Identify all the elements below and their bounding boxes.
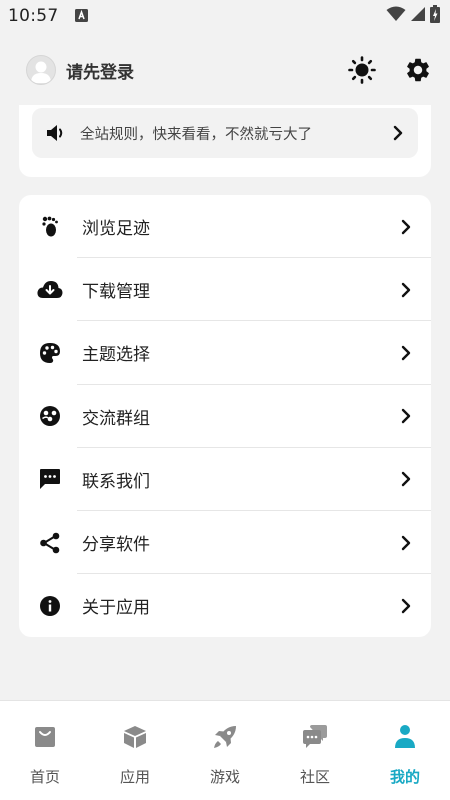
chevron-right-icon [381, 598, 431, 614]
chevron-right-icon [381, 345, 431, 361]
notice-text: 全站规则，快来看看，不然就亏大了 [80, 126, 312, 143]
sun-icon [348, 56, 376, 84]
chevron-right-icon [393, 125, 403, 141]
menu-item-theme[interactable]: 主题选择 [19, 321, 431, 385]
wifi-icon [386, 6, 406, 26]
tab-apps[interactable]: 应用 [90, 701, 180, 800]
chevron-right-icon [381, 282, 431, 298]
cloud-download-icon [19, 280, 81, 300]
menu-item-groups[interactable]: 交流群组 [19, 385, 431, 448]
brightness-toggle-button[interactable] [344, 52, 380, 88]
menu-item-about[interactable]: 关于应用 [19, 574, 431, 637]
speaker-icon [47, 125, 63, 141]
settings-button[interactable] [400, 52, 436, 88]
group-icon [19, 405, 81, 427]
keyboard-notification-icon [74, 7, 88, 26]
default-avatar-icon [31, 61, 51, 83]
menu-label: 联系我们 [82, 471, 150, 492]
status-time: 10:57 [8, 6, 59, 26]
menu-item-share[interactable]: 分享软件 [19, 511, 431, 575]
share-icon [19, 532, 81, 554]
tab-label: 游戏 [209, 768, 240, 786]
menu-label: 交流群组 [82, 408, 150, 429]
menu-label: 关于应用 [82, 598, 150, 619]
tab-label: 应用 [119, 768, 150, 786]
profile-header: 请先登录 [0, 32, 450, 108]
battery-icon [430, 5, 440, 27]
box-icon [123, 723, 147, 751]
tab-label: 我的 [389, 768, 420, 786]
menu-item-downloads[interactable]: 下载管理 [19, 258, 431, 322]
chevron-right-icon [381, 219, 431, 235]
menu-card: 浏览足迹 下载管理 主题选择 交流群组 联系我们 分享软件 关于应用 [19, 195, 431, 637]
notice-banner[interactable]: 全站规则，快来看看，不然就亏大了 [32, 108, 418, 158]
palette-icon [19, 342, 81, 364]
tab-label: 社区 [299, 768, 330, 786]
signal-icon [410, 6, 426, 26]
menu-label: 浏览足迹 [82, 219, 150, 240]
tab-home[interactable]: 首页 [0, 701, 90, 800]
rocket-icon [212, 723, 238, 751]
gear-icon [407, 58, 429, 82]
status-bar: 10:57 [0, 0, 450, 32]
login-prompt[interactable]: 请先登录 [66, 58, 134, 83]
person-icon [394, 723, 416, 751]
tab-community[interactable]: 社区 [270, 701, 360, 800]
tab-label: 首页 [29, 768, 60, 786]
menu-label: 分享软件 [82, 535, 150, 556]
menu-item-contact[interactable]: 联系我们 [19, 448, 431, 512]
menu-label: 下载管理 [82, 282, 150, 303]
footprint-icon [19, 216, 81, 238]
tab-games[interactable]: 游戏 [180, 701, 270, 800]
chevron-right-icon [381, 408, 431, 424]
bottom-tab-bar: 首页 应用 游戏 社区 我的 [0, 700, 450, 800]
avatar[interactable] [26, 55, 56, 85]
message-icon [19, 468, 81, 490]
menu-label: 主题选择 [82, 345, 150, 366]
home-bag-icon [33, 723, 57, 751]
tab-mine[interactable]: 我的 [360, 701, 450, 800]
chevron-right-icon [381, 535, 431, 551]
chat-icon [302, 723, 328, 751]
info-icon [19, 595, 81, 617]
notice-card: 全站规则，快来看看，不然就亏大了 [19, 105, 431, 177]
chevron-right-icon [381, 471, 431, 487]
menu-item-history[interactable]: 浏览足迹 [19, 195, 431, 259]
